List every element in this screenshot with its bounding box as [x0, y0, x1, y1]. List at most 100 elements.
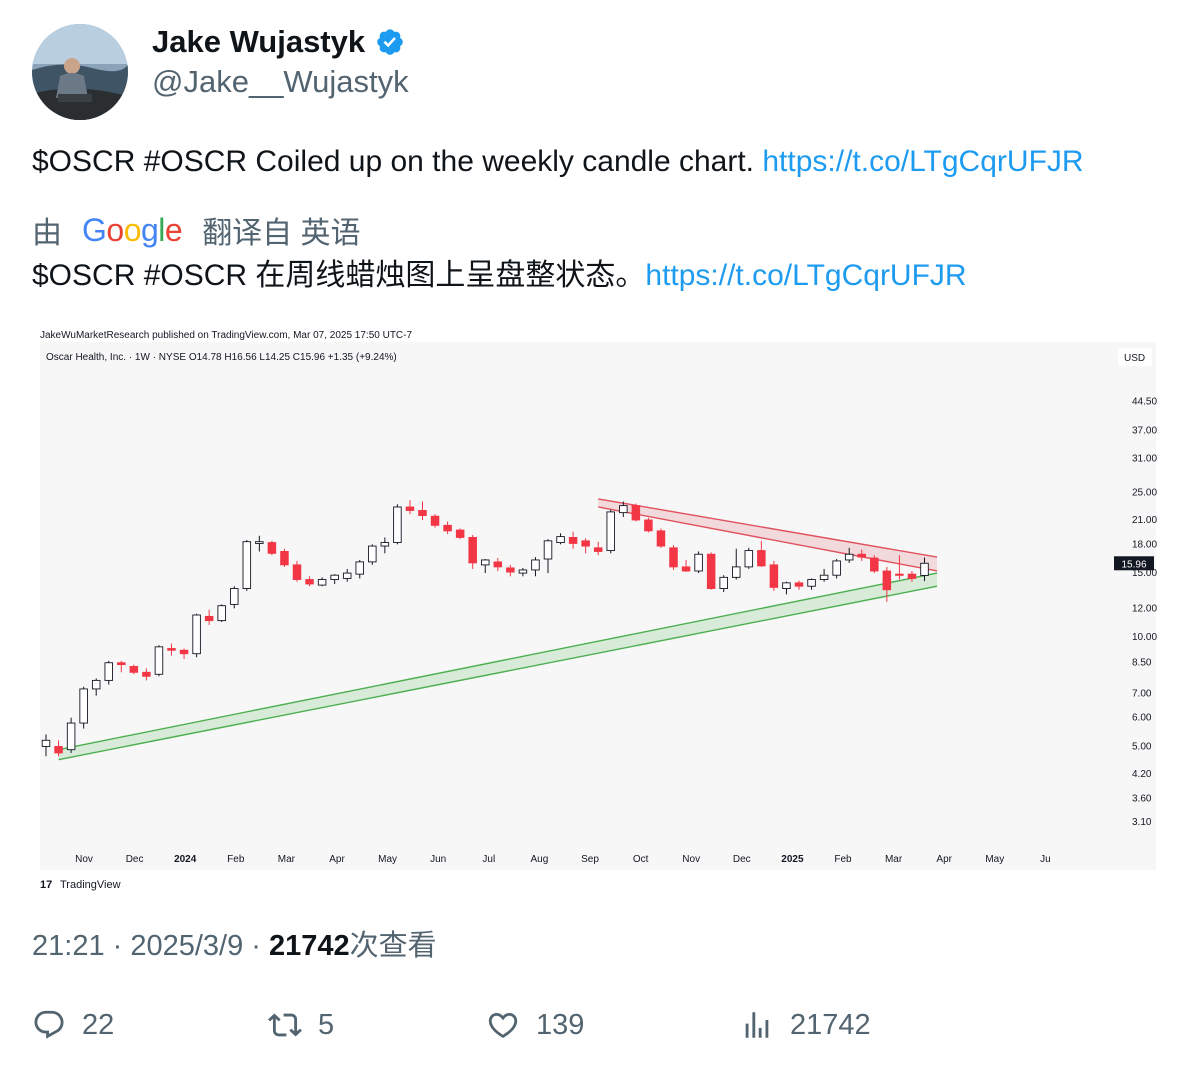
candle	[280, 548, 289, 567]
translation-suffix: 翻译自 英语	[202, 217, 361, 250]
translation-attribution: 由 Google 翻译自 英语	[32, 208, 361, 252]
candle	[870, 555, 879, 574]
candle-body	[242, 541, 252, 589]
candle-body	[368, 545, 377, 563]
profile-photo-icon	[32, 24, 128, 120]
candle-body	[757, 550, 766, 567]
currency-label: USD	[1124, 353, 1145, 364]
chart-image[interactable]: JakeWuMarketResearch published on Tradin…	[32, 318, 1164, 898]
google-logo: Google	[82, 211, 183, 248]
candle-body	[355, 561, 365, 575]
reply-icon	[34, 1010, 64, 1039]
candle-body	[204, 615, 214, 622]
heart-icon	[488, 1012, 518, 1038]
y-tick-label: 18.00	[1132, 539, 1157, 550]
y-tick-label: 4.20	[1132, 769, 1152, 780]
x-tick-label: Nov	[75, 854, 93, 865]
x-tick-label: Aug	[531, 854, 549, 865]
x-tick-label: Jul	[482, 854, 495, 865]
tweet-timestamp[interactable]: 21:21 · 2025/3/9 ·	[32, 930, 269, 962]
views-button[interactable]: 21742	[740, 1008, 871, 1042]
avatar[interactable]	[32, 24, 128, 120]
candle-body	[430, 515, 440, 526]
candle-body	[581, 540, 590, 547]
candle	[769, 560, 779, 591]
candle-body	[305, 579, 314, 585]
candle-body	[606, 511, 616, 552]
candle-body	[405, 506, 415, 511]
candle-body	[393, 506, 402, 544]
candle-body	[455, 529, 465, 538]
y-tick-label: 8.50	[1132, 658, 1152, 669]
candle-body	[179, 649, 189, 655]
candle-body	[506, 567, 515, 573]
candle-body	[644, 519, 653, 532]
candle	[154, 645, 164, 677]
tweet-link[interactable]: https://t.co/LTgCqrUFJR	[762, 145, 1083, 178]
candle	[694, 551, 703, 574]
candle-body	[744, 550, 754, 568]
translated-body: $OSCR #OSCR 在周线蜡烛图上呈盘整状态。	[32, 259, 646, 292]
tradingview-logo: 17 TradingView	[40, 879, 121, 891]
y-tick-label: 3.60	[1132, 793, 1152, 804]
y-tick-label: 44.50	[1132, 396, 1157, 407]
candle-body	[217, 605, 226, 622]
candle-body	[192, 614, 201, 655]
x-tick-label: Mar	[278, 854, 296, 865]
candle	[644, 517, 653, 533]
candle-body	[280, 551, 289, 566]
candle-body	[568, 536, 578, 544]
candle	[79, 686, 88, 729]
author-name[interactable]: Jake Wujastyk	[152, 24, 405, 60]
candle-body	[292, 564, 302, 580]
x-tick-label: Feb	[227, 854, 245, 865]
candle	[430, 514, 440, 528]
candle-body	[117, 662, 126, 666]
candle-body	[694, 553, 703, 572]
candle-body	[79, 688, 88, 724]
candle	[393, 504, 402, 545]
y-tick-label: 37.00	[1132, 426, 1157, 437]
x-tick-label: Feb	[834, 854, 852, 865]
candle-body	[443, 524, 452, 532]
candle	[744, 547, 754, 569]
candle-body	[54, 746, 63, 754]
y-tick-label: 25.00	[1132, 487, 1157, 498]
tweet-body: $OSCR #OSCR Coiled up on the weekly cand…	[32, 145, 763, 178]
y-tick-label: 5.00	[1132, 741, 1152, 752]
candle-body	[732, 566, 741, 578]
retweet-button[interactable]: 5	[268, 1008, 334, 1042]
like-button[interactable]: 139	[486, 1008, 584, 1042]
candle-body	[593, 547, 603, 552]
y-tick-label: 7.00	[1132, 688, 1152, 699]
author-handle[interactable]: @Jake__Wujastyk	[152, 64, 409, 100]
verified-badge-icon	[377, 29, 403, 55]
candle	[832, 558, 841, 579]
candle	[455, 528, 465, 540]
x-tick-label: Apr	[936, 854, 952, 865]
symbol-line: Oscar Health, Inc. · 1W · NYSE O14.78 H1…	[46, 352, 397, 363]
y-tick-label: 31.00	[1132, 453, 1157, 464]
candle-body	[819, 574, 829, 580]
candle-body	[857, 553, 867, 558]
svg-text:17: 17	[40, 879, 52, 891]
candle-body	[556, 536, 565, 544]
candle	[217, 604, 226, 623]
x-tick-label: May	[985, 854, 1004, 865]
candle	[66, 717, 76, 753]
x-tick-label: Dec	[733, 854, 751, 865]
candle-body	[920, 562, 929, 576]
candle-body	[531, 559, 540, 571]
translated-link[interactable]: https://t.co/LTgCqrUFJR	[645, 259, 966, 292]
y-tick-label: 3.10	[1132, 817, 1152, 828]
candle-body	[317, 579, 327, 586]
view-count-bold: 21742	[269, 930, 350, 962]
candle-body	[518, 569, 528, 574]
x-tick-label: 2024	[174, 854, 197, 865]
reply-button[interactable]: 22	[32, 1008, 114, 1042]
candle-body	[342, 572, 352, 579]
candle-body	[142, 671, 151, 677]
translated-text: $OSCR #OSCR 在周线蜡烛图上呈盘整状态。https://t.co/LT…	[32, 258, 967, 294]
last-price-marker: 15.96	[1114, 556, 1154, 571]
y-tick-label: 10.00	[1132, 632, 1157, 643]
